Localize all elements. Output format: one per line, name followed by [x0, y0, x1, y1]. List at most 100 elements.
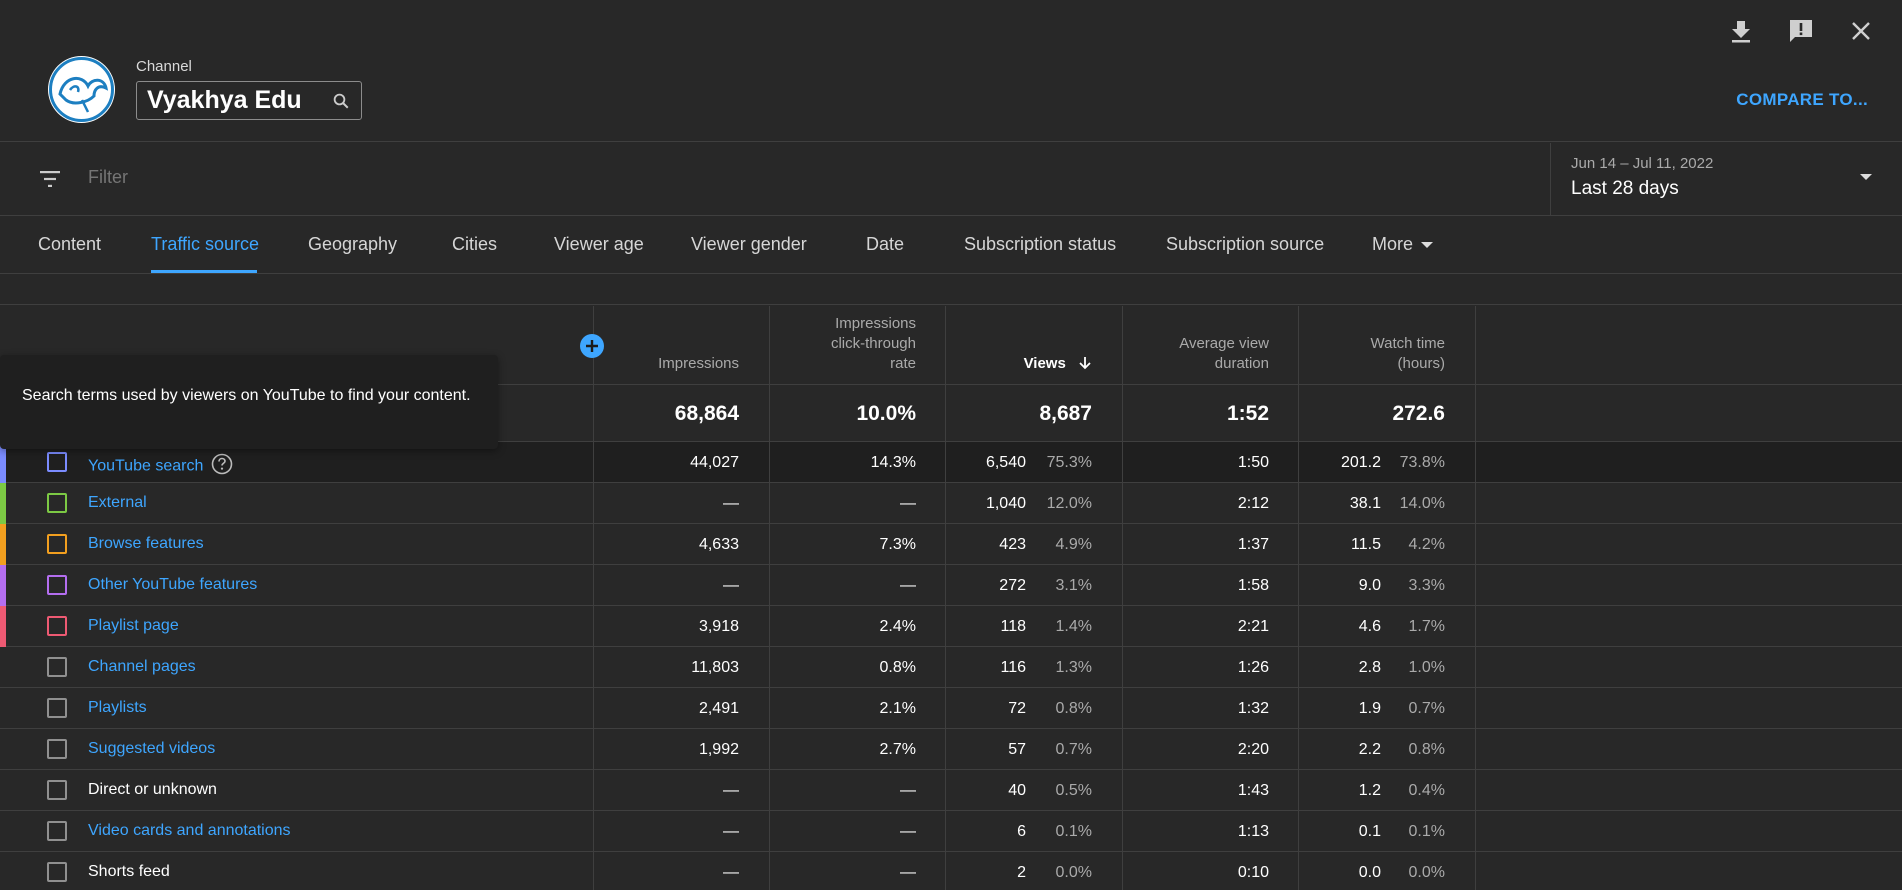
cell-views: 423 — [999, 536, 1026, 553]
column-header-label: rate — [890, 355, 916, 372]
divider — [0, 275, 1902, 305]
row-checkbox[interactable] — [47, 575, 67, 595]
row-checkbox[interactable] — [47, 862, 67, 882]
traffic-source-name[interactable]: Video cards and annotations — [88, 822, 291, 840]
table-row[interactable]: Channel pages 11,803 0.8% 116 1.3% 1:26 2.8 1.0… — [0, 647, 1902, 688]
traffic-source-name: Shorts feed — [88, 863, 170, 880]
cell-views-percent: 1.4% — [1055, 618, 1092, 635]
table-row[interactable]: Shorts feed — — 2 0.0% 0:10 0.0 0.0% — [0, 852, 1902, 890]
column-header-ctr[interactable]: Impressions click-through rate — [831, 314, 916, 374]
table-row[interactable]: Suggested videos 1,992 2.7% 57 0.7% 2:20 2.2 0.… — [0, 729, 1902, 770]
cell-watch-time: 38.1 — [1349, 495, 1381, 512]
row-checkbox[interactable] — [47, 821, 67, 841]
table-row[interactable]: External — — 1,040 12.0% 2:12 38.1 14.0% — [0, 483, 1902, 524]
traffic-source-name[interactable]: Browse features — [88, 535, 204, 553]
cell-watch-time-percent: 3.3% — [1408, 577, 1445, 594]
traffic-source-name[interactable]: External — [88, 494, 147, 512]
cell-average-view-duration: 2:12 — [1237, 495, 1269, 512]
column-header-label: Impressions — [835, 315, 916, 332]
column-header-watch-time[interactable]: Watch time (hours) — [1371, 334, 1445, 374]
cell-impressions: 3,918 — [698, 618, 739, 635]
traffic-source-name[interactable]: YouTube search — [88, 453, 233, 480]
channel-name: Vyakhya Edu — [147, 86, 302, 114]
row-checkbox[interactable] — [47, 452, 67, 472]
cell-ctr: 0.8% — [879, 659, 916, 676]
close-icon[interactable] — [1844, 14, 1878, 48]
feedback-icon[interactable] — [1784, 14, 1818, 48]
column-header-label: Impressions — [658, 355, 739, 372]
row-checkbox[interactable] — [47, 657, 67, 677]
traffic-source-name[interactable]: Playlist page — [88, 617, 179, 635]
column-header-label: (hours) — [1397, 355, 1445, 372]
traffic-source-name[interactable]: Playlists — [88, 699, 147, 717]
cell-average-view-duration: 1:43 — [1237, 782, 1269, 799]
series-color-bar — [0, 483, 6, 524]
cell-impressions: 4,633 — [698, 536, 739, 553]
traffic-source-name[interactable]: Channel pages — [88, 658, 196, 676]
cell-average-view-duration: 2:20 — [1237, 741, 1269, 758]
tab-cities[interactable]: Cities — [452, 234, 497, 255]
channel-selector[interactable]: Vyakhya Edu — [136, 81, 362, 120]
tab-date[interactable]: Date — [866, 234, 904, 255]
cell-watch-time-percent: 0.0% — [1408, 864, 1445, 881]
cell-watch-time: 2.2 — [1358, 741, 1381, 758]
cell-average-view-duration: 1:26 — [1237, 659, 1269, 676]
compare-to-button[interactable]: COMPARE TO... — [1736, 90, 1868, 110]
tab-viewer-gender[interactable]: Viewer gender — [691, 234, 807, 255]
row-checkbox[interactable] — [47, 534, 67, 554]
tab-geography[interactable]: Geography — [308, 234, 397, 255]
cell-views: 1,040 — [985, 495, 1026, 512]
column-header-average-view-duration[interactable]: Average view duration — [1179, 334, 1269, 374]
table-row[interactable]: Other YouTube features — — 272 3.1% 1:58 9.0 3.… — [0, 565, 1902, 606]
column-header-views[interactable]: Views — [1024, 354, 1092, 374]
top-toolbar — [1724, 14, 1878, 48]
filter-icon[interactable] — [38, 167, 62, 196]
table-row[interactable]: Playlist page 3,918 2.4% 118 1.4% 2:21 4.6 1.7% — [0, 606, 1902, 647]
table-row[interactable]: Playlists 2,491 2.1% 72 0.8% 1:32 1.9 0.7% — [0, 688, 1902, 729]
cell-watch-time: 201.2 — [1340, 454, 1381, 471]
row-checkbox[interactable] — [47, 780, 67, 800]
tab-subscription-source[interactable]: Subscription source — [1166, 234, 1324, 255]
table-row[interactable]: Direct or unknown — — 40 0.5% 1:43 1.2 0.4% — [0, 770, 1902, 811]
cell-impressions: 1,992 — [698, 741, 739, 758]
tab-content[interactable]: Content — [38, 234, 101, 255]
cell-average-view-duration: 0:10 — [1237, 864, 1269, 881]
table-row[interactable]: Browse features 4,633 7.3% 423 4.9% 1:37 11.5 4… — [0, 524, 1902, 565]
download-icon[interactable] — [1724, 14, 1758, 48]
traffic-source-name[interactable]: Suggested videos — [88, 740, 215, 758]
table-row[interactable]: Video cards and annotations — — 6 0.1% 1:13 0.… — [0, 811, 1902, 852]
cell-impressions: 11,803 — [691, 659, 739, 676]
column-header-label: click-through — [830, 335, 916, 352]
row-checkbox[interactable] — [47, 698, 67, 718]
tab-more[interactable]: More — [1372, 234, 1434, 255]
help-circle-icon[interactable] — [211, 453, 233, 480]
cell-views-percent: 1.3% — [1055, 659, 1092, 676]
column-header-label: Average view — [1179, 335, 1269, 352]
cell-views-percent: 4.9% — [1055, 536, 1092, 553]
column-header-label: duration — [1214, 355, 1269, 372]
series-color-bar — [0, 565, 6, 606]
cell-watch-time-percent: 0.7% — [1408, 700, 1445, 717]
row-checkbox[interactable] — [47, 493, 67, 513]
cell-ctr: — — [900, 823, 916, 840]
cell-watch-time: 1.9 — [1358, 700, 1381, 717]
cell-ctr: — — [900, 782, 916, 799]
add-metric-icon[interactable] — [580, 334, 604, 358]
tab-traffic-source[interactable]: Traffic source — [151, 234, 259, 255]
tab-viewer-age[interactable]: Viewer age — [554, 234, 644, 255]
tab-more-label: More — [1372, 234, 1414, 254]
search-icon[interactable] — [321, 82, 361, 119]
row-checkbox[interactable] — [47, 616, 67, 636]
tab-subscription-status[interactable]: Subscription status — [964, 234, 1116, 255]
filter-input[interactable] — [88, 167, 1088, 188]
row-checkbox[interactable] — [47, 739, 67, 759]
cell-impressions: — — [723, 864, 739, 881]
cell-average-view-duration: 1:13 — [1237, 823, 1269, 840]
arrow-down-icon — [1079, 357, 1091, 370]
cell-ctr: — — [900, 864, 916, 881]
cell-ctr: 2.7% — [879, 741, 916, 758]
cell-average-view-duration: 1:32 — [1237, 700, 1269, 717]
column-header-impressions[interactable]: Impressions — [658, 354, 739, 374]
traffic-source-name[interactable]: Other YouTube features — [88, 576, 257, 594]
date-range-selector[interactable]: Jun 14 – Jul 11, 2022 Last 28 days — [1550, 143, 1902, 216]
